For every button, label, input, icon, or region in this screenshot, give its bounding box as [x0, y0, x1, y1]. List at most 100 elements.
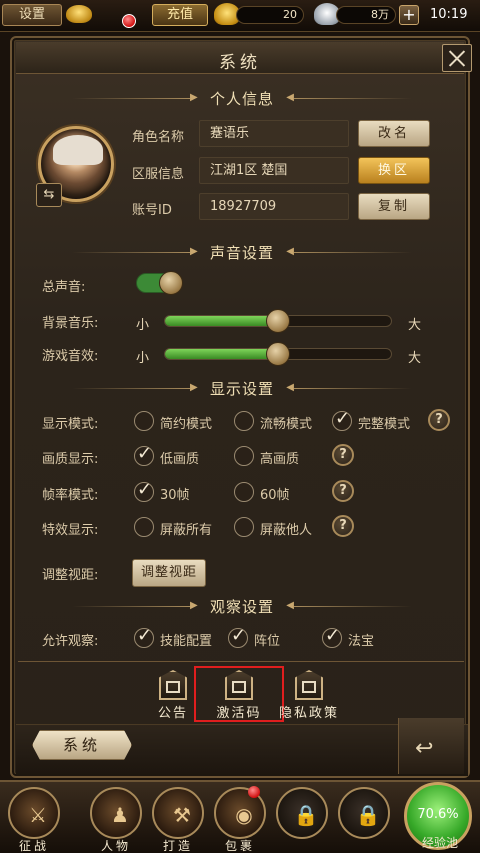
activation-code-highlight	[194, 666, 284, 722]
music-slider[interactable]	[164, 309, 392, 333]
observe-treasure-label: 法宝	[348, 634, 375, 649]
effects-min-label: 小	[136, 351, 150, 366]
server-field: 江湖1区 楚国	[199, 157, 349, 184]
music-label: 背景音乐:	[42, 316, 99, 331]
nav-campaign[interactable]: ⚔ 征战	[6, 785, 62, 853]
section-display: ▶ 显示设置 ◀	[12, 378, 472, 400]
swap-avatar-icon[interactable]: ⇆	[36, 183, 62, 207]
top-bar: 设置 充值 20 8万 + 10:19	[0, 0, 480, 32]
bag-notification-icon	[248, 786, 260, 798]
clock: 10:19	[430, 7, 468, 22]
mode-simple-label: 简约模式	[160, 417, 213, 432]
section-profile: ▶ 个人信息 ◀	[12, 88, 472, 110]
music-slider-handle[interactable]	[266, 309, 290, 333]
observe-skills-label: 技能配置	[160, 634, 213, 649]
nav-bag[interactable]: ◉ 包裹	[212, 785, 268, 853]
vfx-hide-all-radio[interactable]	[134, 517, 154, 537]
mode-smooth-radio[interactable]	[234, 411, 254, 431]
mode-simple-radio[interactable]	[134, 411, 154, 431]
server-label: 区服信息	[132, 167, 185, 182]
silver-amount: 8万	[336, 6, 396, 24]
display-mode-label: 显示模式:	[42, 417, 99, 432]
mode-full-label: 完整模式	[358, 417, 411, 432]
effects-slider-fill	[165, 349, 278, 359]
privacy-policy-icon	[295, 670, 323, 700]
switch-server-button[interactable]: 换区	[358, 157, 430, 184]
account-id-field: 18927709	[199, 193, 349, 220]
tab-label: 隐私政策	[278, 706, 339, 721]
add-currency-button[interactable]: +	[399, 5, 419, 25]
nav-label: 包裹	[224, 839, 255, 853]
nav-locked-1[interactable]: 🔒	[274, 785, 330, 853]
effects-slider-handle[interactable]	[266, 342, 290, 366]
music-max-label: 大	[408, 318, 422, 333]
master-sound-toggle[interactable]	[136, 271, 183, 295]
arrow-left-icon: ◀	[286, 382, 294, 393]
system-panel: 系统 ▶ 个人信息 ◀ ⇆ 角色名称 蹇语乐 改名 区服信息 江湖1区 楚国 换…	[10, 36, 472, 778]
quality-low-radio[interactable]	[134, 443, 154, 466]
announcement-icon	[159, 670, 187, 700]
exp-percent: 70.6%	[417, 807, 459, 822]
section-observe: ▶ 观察设置 ◀	[12, 596, 472, 618]
tab-privacy-policy[interactable]: 隐私政策	[278, 668, 340, 721]
quality-help-icon[interactable]: ?	[332, 444, 354, 466]
effects-slider[interactable]	[164, 342, 392, 366]
panel-title: 系统	[219, 53, 261, 73]
vfx-label: 特效显示:	[42, 523, 99, 538]
section-sound: ▶ 声音设置 ◀	[12, 242, 472, 264]
account-id-label: 账号ID	[132, 203, 172, 218]
arrow-left-icon: ◀	[286, 92, 294, 103]
vfx-hide-others-radio[interactable]	[234, 517, 254, 537]
display-mode-help-icon[interactable]: ?	[428, 409, 450, 431]
observe-treasure-checkbox[interactable]	[322, 625, 342, 648]
observe-skills-checkbox[interactable]	[134, 625, 154, 648]
gold-amount: 20	[236, 6, 304, 24]
forge-icon: ⚒	[152, 787, 204, 839]
quality-high-radio[interactable]	[234, 446, 254, 466]
vfx-hide-others-label: 屏蔽他人	[260, 523, 313, 538]
observe-formation-checkbox[interactable]	[228, 625, 248, 648]
quality-high-label: 高画质	[260, 452, 300, 467]
quality-low-label: 低画质	[160, 452, 200, 467]
panel-header: 系统	[16, 42, 472, 74]
nav-forge[interactable]: ⚒ 打造	[150, 785, 206, 853]
notification-dot-icon	[122, 14, 136, 28]
nav-locked-2[interactable]: 🔒	[336, 785, 392, 853]
adjust-view-button[interactable]: 调整视距	[132, 559, 206, 587]
music-min-label: 小	[136, 318, 150, 333]
nav-label: 征战	[18, 839, 49, 853]
role-name-label: 角色名称	[132, 130, 185, 145]
fps-60-radio[interactable]	[234, 482, 254, 502]
lock-icon: 🔒	[338, 787, 390, 839]
role-name-field: 蹇语乐	[199, 120, 349, 147]
recharge-button[interactable]: 充值	[152, 4, 208, 26]
nav-label: 打造	[162, 839, 193, 853]
lock-icon: 🔒	[276, 787, 328, 839]
nav-character[interactable]: ♟ 人物	[88, 785, 144, 853]
back-button[interactable]: ↩	[398, 718, 464, 774]
tab-system[interactable]: 系统	[32, 730, 132, 760]
mode-smooth-label: 流畅模式	[260, 417, 313, 432]
character-icon: ♟	[90, 787, 142, 839]
observe-formation-label: 阵位	[254, 634, 281, 649]
arrow-left-icon: ◀	[286, 600, 294, 611]
vfx-help-icon[interactable]: ?	[332, 515, 354, 537]
fps-help-icon[interactable]: ?	[332, 480, 354, 502]
divider	[18, 661, 464, 662]
quality-label: 画质显示:	[42, 452, 99, 467]
exp-pool-label: 经验池	[421, 836, 458, 850]
view-distance-label: 调整视距:	[42, 568, 99, 583]
close-button[interactable]	[442, 44, 472, 72]
effects-label: 游戏音效:	[42, 349, 99, 364]
rename-button[interactable]: 改名	[358, 120, 430, 147]
campaign-icon: ⚔	[8, 787, 60, 839]
fps-30-radio[interactable]	[134, 479, 154, 502]
copy-button[interactable]: 复制	[358, 193, 430, 220]
gold-ingot-icon	[66, 5, 92, 23]
mode-full-radio[interactable]	[332, 408, 352, 431]
master-sound-label: 总声音:	[42, 280, 86, 295]
effects-max-label: 大	[408, 351, 422, 366]
settings-button[interactable]: 设置	[2, 4, 62, 26]
fps-30-label: 30帧	[160, 488, 190, 503]
nav-label: 人物	[100, 839, 131, 853]
